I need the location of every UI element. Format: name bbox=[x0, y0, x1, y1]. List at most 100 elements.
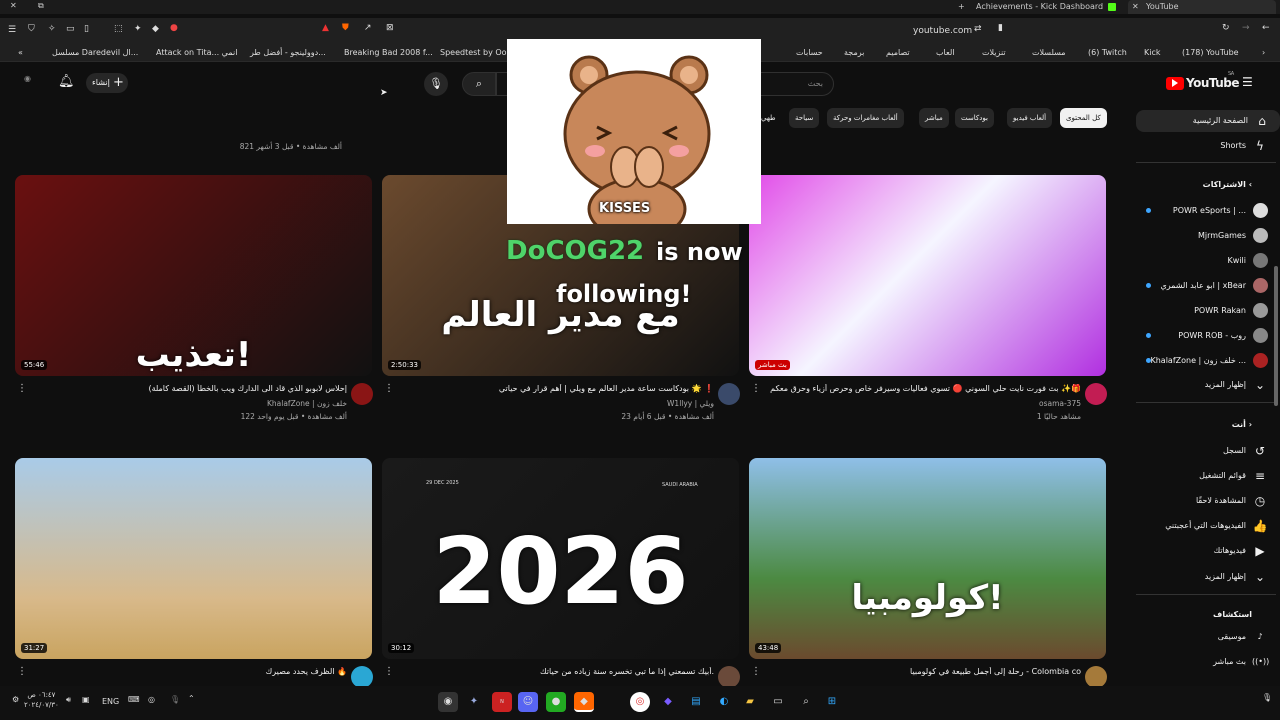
video-title[interactable]: بودكاست ساعة مدير العالم مع ويلي | أهم ق… bbox=[402, 384, 714, 393]
video-thumbnail[interactable]: كولومبيا! 43:48 bbox=[749, 458, 1106, 659]
volume-icon[interactable]: 🔊︎ bbox=[66, 696, 71, 704]
video-title[interactable]: الظرف يحدد مصيرك 🔥 bbox=[35, 667, 347, 676]
bookmark-folder[interactable]: مسلسلات bbox=[1032, 48, 1066, 57]
sidebar-subscription[interactable]: POWR Rakan bbox=[1128, 300, 1278, 322]
brave-app-icon[interactable]: ◆ bbox=[574, 692, 594, 712]
sidebar-scrollbar[interactable] bbox=[1274, 266, 1278, 406]
shield-icon[interactable]: ⛉ bbox=[28, 25, 35, 34]
bookmark-folder[interactable]: تنزيلات bbox=[982, 48, 1006, 57]
video-thumbnail[interactable]: 31:27 bbox=[15, 458, 372, 659]
search-taskbar-icon[interactable]: ⌕ bbox=[796, 692, 816, 712]
video-title[interactable]: إحلاس لابوبو الذي قاد الى الدارك ويب بال… bbox=[35, 384, 347, 393]
bookmark-item[interactable]: (6) Twitch bbox=[1088, 48, 1127, 57]
reader-icon[interactable]: ⊠ bbox=[386, 24, 394, 33]
more-options-icon[interactable]: ⋮ bbox=[17, 383, 27, 394]
puzzle-icon[interactable]: ✦ bbox=[134, 25, 142, 34]
wallet-icon[interactable]: ◆ bbox=[152, 25, 159, 34]
bookmark-icon[interactable]: ▮ bbox=[998, 24, 1003, 33]
video-thumbnail[interactable]: 2026 29 DEC 2025 SAUDI ARABIA 30:12 bbox=[382, 458, 739, 659]
bookmark-item[interactable]: مسلسل Daredevil ال... bbox=[52, 48, 138, 57]
tabs-icon[interactable]: ▭ bbox=[66, 25, 75, 34]
sidebar-subscription[interactable]: ابو عابد الشمري | xBear bbox=[1128, 275, 1278, 297]
steam-app-icon[interactable]: ✦ bbox=[464, 692, 484, 712]
new-tab-button[interactable]: + bbox=[958, 2, 965, 11]
bookmark-item[interactable]: دوولينجو - أفضل طر... bbox=[250, 48, 326, 57]
video-title[interactable]: رحلة إلى أجمل طبيعة في كولومبيا - Colomb… bbox=[769, 667, 1081, 676]
search-button[interactable]: ⌕ bbox=[462, 72, 496, 96]
bookmark-folder[interactable]: برمجة bbox=[844, 48, 864, 57]
settings-icon[interactable]: ⚙ bbox=[12, 696, 19, 704]
display-icon[interactable]: ▣ bbox=[82, 696, 90, 704]
bookmark-item[interactable]: (178) YouTube bbox=[1182, 48, 1239, 57]
sidebar-item-shorts[interactable]: Shorts ϟ bbox=[1128, 135, 1278, 157]
close-window-icon[interactable]: ✕ bbox=[10, 2, 17, 10]
chip-action-adventure[interactable]: ألعاب مغامرات وحركة bbox=[827, 108, 904, 128]
video-title[interactable]: بث فورت نايت حلي السوني 🔴 تسوي فعاليات و… bbox=[769, 384, 1081, 393]
channel-avatar[interactable] bbox=[351, 666, 373, 688]
tab-kick-dashboard[interactable]: Achievements - Kick Dashboard bbox=[976, 0, 1124, 14]
bookmark-folder[interactable]: تصاميم bbox=[886, 48, 910, 57]
forward-icon[interactable]: → bbox=[1242, 24, 1250, 33]
hamburger-menu-icon[interactable]: ☰ bbox=[1242, 76, 1253, 88]
voice-search-button[interactable]: 🎙︎ bbox=[424, 72, 448, 96]
notification-icon[interactable]: 🎙︎ bbox=[1262, 694, 1272, 702]
start-menu-icon[interactable]: ⊞ bbox=[822, 692, 842, 712]
bookmarks-more-icon[interactable]: › bbox=[1262, 48, 1265, 57]
show-more-you[interactable]: إظهار المزيد ⌄ bbox=[1128, 566, 1278, 588]
chrome-app-icon[interactable]: ◎ bbox=[630, 692, 650, 712]
url-field[interactable]: youtube.com bbox=[913, 26, 972, 36]
more-options-icon[interactable]: ⋮ bbox=[17, 666, 27, 677]
site-settings-icon[interactable]: ⇄ bbox=[974, 25, 982, 34]
window-icon[interactable]: ⧉ bbox=[38, 2, 44, 10]
tray-chevron-icon[interactable]: ⌃ bbox=[188, 695, 195, 703]
you-heading[interactable]: أنت › bbox=[1232, 420, 1252, 429]
back-icon[interactable]: ← bbox=[1262, 24, 1270, 33]
channel-avatar[interactable] bbox=[718, 666, 740, 688]
video-thumbnail[interactable]: بث مباشر bbox=[749, 175, 1106, 376]
channel-name[interactable]: KhalafZone | خلف زون bbox=[35, 399, 347, 408]
more-options-icon[interactable]: ⋮ bbox=[384, 383, 394, 394]
screenshot-icon[interactable]: ⬚ bbox=[114, 25, 123, 34]
clock[interactable]: ٠٦:٤٧ ص ٢٠٢٤/٠٧/٣٠ bbox=[24, 690, 59, 710]
sidebar-subscription[interactable]: Kwili bbox=[1128, 250, 1278, 272]
sidebar-icon[interactable]: ▯ bbox=[84, 25, 89, 34]
sidebar-subscription[interactable]: KhalafZone | خلف زون ... bbox=[1128, 350, 1278, 372]
chip-tourism[interactable]: سياحة bbox=[789, 108, 820, 128]
bookmark-item[interactable]: Kick bbox=[1144, 48, 1161, 57]
terminal-app-icon[interactable]: ▤ bbox=[686, 692, 706, 712]
app-icon[interactable]: ◆ bbox=[658, 692, 678, 712]
sidebar-item-you[interactable]: السجل ↺ bbox=[1128, 440, 1278, 462]
obs-app-icon[interactable]: ◉ bbox=[438, 692, 458, 712]
sidebar-item-you[interactable]: فيديوهاتك ▶ bbox=[1128, 540, 1278, 562]
file-explorer-icon[interactable]: ▰ bbox=[740, 692, 760, 712]
task-view-icon[interactable]: ▭ bbox=[768, 692, 788, 712]
channel-avatar[interactable] bbox=[351, 383, 373, 405]
bookmark-item[interactable]: Breaking Bad 2008 f... bbox=[344, 48, 433, 57]
brave-rewards-icon[interactable]: ▲ bbox=[322, 24, 329, 33]
tab-youtube[interactable]: ✕ YouTube bbox=[1128, 0, 1276, 14]
more-options-icon[interactable]: ⋮ bbox=[751, 383, 761, 394]
subscriptions-heading[interactable]: الاشتراكات ‹ bbox=[1203, 180, 1252, 189]
chip-podcasts[interactable]: بودكاست bbox=[955, 108, 994, 128]
sidebar-item-explore[interactable]: بث مباشر ((•)) bbox=[1128, 651, 1278, 673]
sidebar-subscription[interactable]: MjrmGames bbox=[1128, 225, 1278, 247]
record-icon[interactable]: ● bbox=[170, 24, 178, 33]
mic-icon[interactable]: 🎙︎ bbox=[170, 696, 180, 704]
reload-icon[interactable]: ↻ bbox=[1222, 24, 1230, 33]
netflix-app-icon[interactable]: N bbox=[492, 692, 512, 712]
sidebar-item-explore[interactable]: موسيقى ♪ bbox=[1128, 626, 1278, 648]
video-title[interactable]: أبيك تسمعني إذا ما تبي تخسره سنة زياده م… bbox=[402, 667, 714, 676]
avatar-icon[interactable]: ◉ bbox=[24, 74, 31, 83]
chip-all[interactable]: كل المحتوى bbox=[1060, 108, 1107, 128]
bookmark-folder[interactable]: العاب bbox=[936, 48, 955, 57]
chip-video-games[interactable]: ألعاب فيديو bbox=[1007, 108, 1053, 128]
notifications-bell-icon[interactable]: 🔔︎ bbox=[58, 75, 75, 88]
edge-app-icon[interactable]: ◐ bbox=[714, 692, 734, 712]
channel-avatar[interactable] bbox=[718, 383, 740, 405]
sidebar-subscription[interactable]: POWR ROB - روب bbox=[1128, 325, 1278, 347]
share-icon[interactable]: ↗ bbox=[364, 24, 372, 33]
show-more-subscriptions[interactable]: إظهار المزيد ⌄ bbox=[1128, 374, 1278, 396]
language-indicator[interactable]: ENG bbox=[102, 697, 119, 706]
video-thumbnail[interactable]: تعذيب! 55:46 bbox=[15, 175, 372, 376]
bookmark-folder[interactable]: حسابات bbox=[796, 48, 823, 57]
